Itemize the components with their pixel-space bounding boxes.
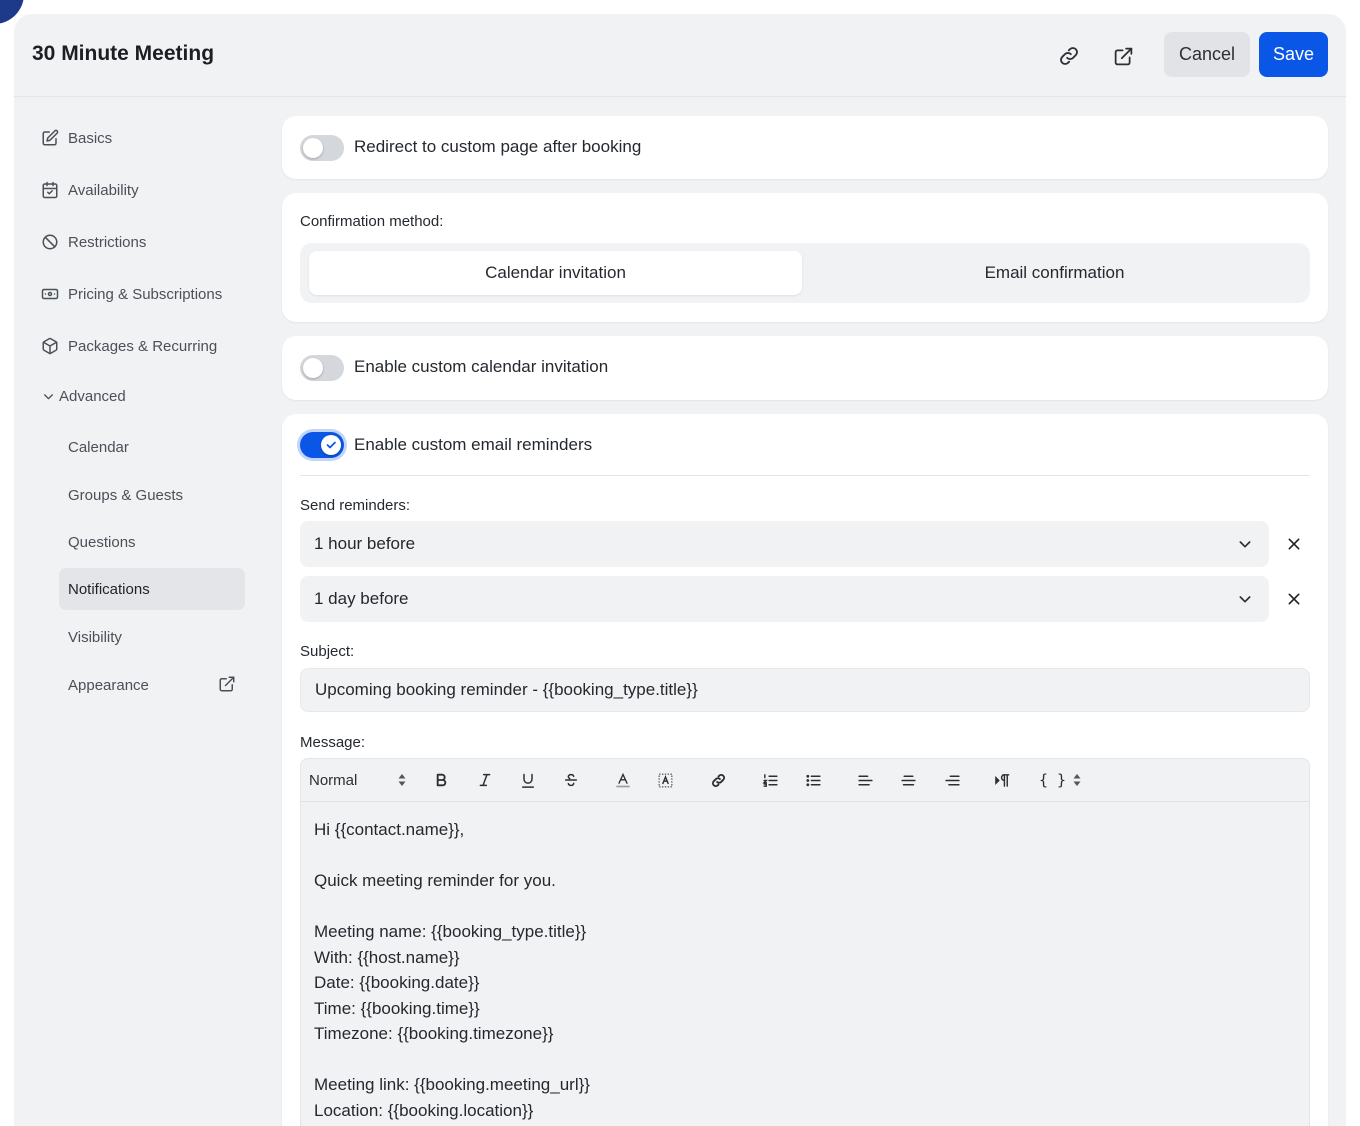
money-icon <box>40 284 60 304</box>
email-reminders-toggle[interactable] <box>300 432 344 458</box>
subject-label: Subject: <box>300 643 355 660</box>
sidebar-item-visibility[interactable]: Visibility <box>59 616 245 658</box>
sidebar: Basics Availability Restrictions Pricing… <box>14 97 274 1126</box>
toggle-knob <box>321 435 341 455</box>
sidebar-item-questions[interactable]: Questions <box>59 521 245 563</box>
custom-calendar-toggle[interactable] <box>300 355 344 381</box>
sidebar-item-label: Packages & Recurring <box>68 337 218 355</box>
sidebar-item-restrictions[interactable]: Restrictions <box>40 230 146 254</box>
chevron-down-icon <box>42 390 55 403</box>
external-link-icon[interactable] <box>1108 41 1138 71</box>
page-title: 30 Minute Meeting <box>32 42 215 65</box>
text-color-icon[interactable] <box>611 769 635 791</box>
sidebar-item-notifications[interactable]: Notifications <box>59 568 245 610</box>
toggle-knob <box>303 358 323 378</box>
save-button[interactable]: Save <box>1259 32 1328 77</box>
sidebar-item-groups-guests[interactable]: Groups & Guests <box>59 474 245 516</box>
remove-reminder-2-button[interactable] <box>1282 587 1306 611</box>
confirmation-card: Confirmation method: Calendar invitation… <box>282 193 1328 322</box>
ban-icon <box>40 232 60 252</box>
align-right-icon[interactable] <box>940 769 964 791</box>
variables-dropdown[interactable]: { } <box>1039 769 1089 791</box>
close-icon <box>1288 538 1300 550</box>
sort-arrows-icon <box>1072 772 1082 788</box>
cancel-button[interactable]: Cancel <box>1164 32 1250 77</box>
underline-icon[interactable] <box>516 769 540 791</box>
link-icon[interactable] <box>1054 41 1084 71</box>
ordered-list-icon[interactable] <box>758 769 782 791</box>
strikethrough-icon[interactable] <box>559 769 583 791</box>
sidebar-item-label: Pricing & Subscriptions <box>68 285 223 303</box>
edit-icon <box>40 128 60 148</box>
message-label: Message: <box>300 734 366 751</box>
booking-type-editor: 30 Minute Meeting Cancel Save Basics Ava… <box>14 14 1346 1126</box>
format-select[interactable]: Normal <box>309 769 409 791</box>
reminder-select-1[interactable]: 1 hour before <box>300 521 1269 567</box>
reminder-select-2[interactable]: 1 day before <box>300 576 1269 622</box>
reminder-select-value: 1 day before <box>314 589 409 608</box>
close-icon <box>1288 593 1300 605</box>
sidebar-item-label: Calendar <box>68 438 129 456</box>
highlight-color-icon[interactable] <box>653 769 677 791</box>
bullet-list-icon[interactable] <box>801 769 825 791</box>
sidebar-group-label: Advanced <box>59 387 126 405</box>
custom-calendar-card: Enable custom calendar invitation <box>282 336 1328 400</box>
sort-arrows-icon <box>397 772 407 792</box>
calendar-check-icon <box>40 180 60 200</box>
divider <box>300 475 1310 476</box>
confirmation-segmented-control: Calendar invitation Email confirmation <box>300 243 1310 303</box>
sidebar-item-label: Restrictions <box>68 233 147 251</box>
custom-calendar-label: Enable custom calendar invitation <box>354 357 609 376</box>
send-reminders-label: Send reminders: <box>300 497 411 514</box>
sidebar-group-advanced[interactable]: Advanced <box>42 384 126 408</box>
sidebar-item-label: Questions <box>68 533 136 551</box>
chevron-down-icon <box>1237 536 1253 557</box>
message-editor: Normal { } Hi {{contact.name}}, Quick me… <box>300 758 1310 1126</box>
sidebar-item-pricing[interactable]: Pricing & Subscriptions <box>40 282 222 306</box>
package-icon <box>40 336 60 356</box>
email-reminders-card: Enable custom email reminders Send remin… <box>282 414 1328 1126</box>
format-select-value: Normal <box>309 771 358 789</box>
variables-label: { } <box>1039 771 1067 789</box>
sidebar-item-label: Groups & Guests <box>68 486 184 504</box>
editor-toolbar: Normal { } <box>301 759 1309 802</box>
sidebar-item-calendar[interactable]: Calendar <box>59 426 245 468</box>
message-body[interactable]: Hi {{contact.name}}, Quick meeting remin… <box>314 817 590 1123</box>
sidebar-item-appearance[interactable]: Appearance <box>59 664 245 706</box>
sidebar-item-label: Notifications <box>68 580 150 598</box>
link-icon[interactable] <box>706 769 730 791</box>
sidebar-item-availability[interactable]: Availability <box>40 178 139 202</box>
redirect-card: Redirect to custom page after booking <box>282 116 1328 179</box>
sidebar-item-label: Appearance <box>68 676 149 694</box>
subject-input[interactable]: Upcoming booking reminder - {{booking_ty… <box>300 668 1310 712</box>
check-icon <box>326 441 336 449</box>
calendar-invitation-option[interactable]: Calendar invitation <box>309 251 802 295</box>
email-reminders-label: Enable custom email reminders <box>354 435 593 454</box>
toggle-knob <box>303 138 323 158</box>
bold-icon[interactable] <box>429 769 453 791</box>
remove-reminder-1-button[interactable] <box>1282 532 1306 556</box>
sidebar-item-label: Basics <box>68 129 113 147</box>
align-center-icon[interactable] <box>896 769 920 791</box>
header: 30 Minute Meeting Cancel Save <box>14 14 1346 97</box>
external-link-icon <box>218 675 236 693</box>
sidebar-item-packages[interactable]: Packages & Recurring <box>40 334 217 358</box>
text-direction-icon[interactable] <box>991 769 1015 791</box>
redirect-label: Redirect to custom page after booking <box>354 137 642 156</box>
align-left-icon[interactable] <box>853 769 877 791</box>
italic-icon[interactable] <box>473 769 497 791</box>
sidebar-item-label: Availability <box>68 181 139 199</box>
email-confirmation-option[interactable]: Email confirmation <box>808 251 1301 295</box>
confirmation-label: Confirmation method: <box>300 213 444 230</box>
chevron-down-icon <box>1237 591 1253 612</box>
sidebar-item-label: Visibility <box>68 628 122 646</box>
sidebar-item-basics[interactable]: Basics <box>40 126 112 150</box>
redirect-toggle[interactable] <box>300 135 344 161</box>
reminder-select-value: 1 hour before <box>314 534 416 553</box>
